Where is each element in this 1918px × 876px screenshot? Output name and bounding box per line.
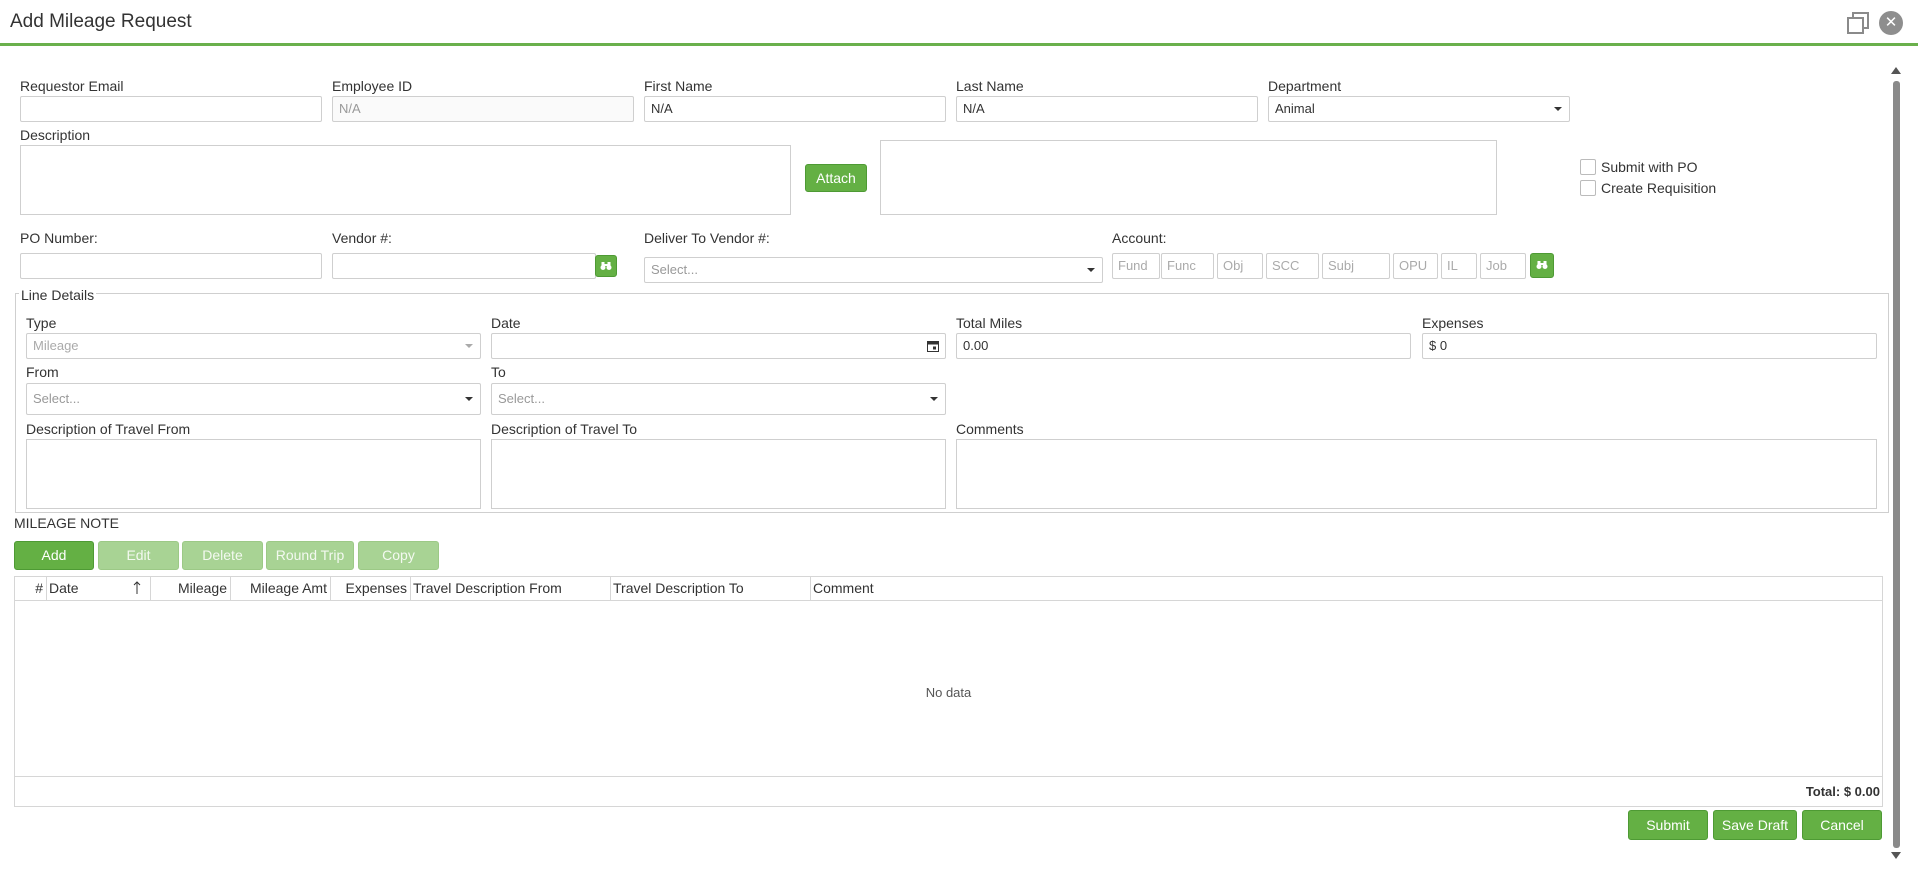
requestor-email-field[interactable] <box>20 96 322 122</box>
chevron-down-icon <box>930 397 938 401</box>
department-select[interactable]: Animal <box>1268 96 1570 122</box>
last-name-label: Last Name <box>956 78 1024 94</box>
comments-label: Comments <box>956 421 1024 437</box>
account-func-field[interactable]: Func <box>1161 253 1214 279</box>
po-number-label: PO Number: <box>20 230 98 246</box>
mileage-grid: # Date Mileage Mileage Amt Expenses Trav… <box>14 576 1883 807</box>
account-obj-field[interactable]: Obj <box>1217 253 1263 279</box>
total-miles-field[interactable]: 0.00 <box>956 333 1411 359</box>
mileage-note-label: MILEAGE NOTE <box>14 515 120 531</box>
deliver-to-vendor-placeholder: Select... <box>651 262 698 277</box>
column-header-number[interactable]: # <box>15 577 47 601</box>
account-scc-field[interactable]: SCC <box>1266 253 1319 279</box>
first-name-field[interactable]: N/A <box>644 96 946 122</box>
cancel-button[interactable]: Cancel <box>1802 810 1882 840</box>
add-button[interactable]: Add <box>14 541 94 570</box>
description-label: Description <box>20 127 91 143</box>
chevron-down-icon <box>1087 268 1095 272</box>
department-value: Animal <box>1275 101 1315 116</box>
column-header-travel-to[interactable]: Travel Description To <box>611 577 811 601</box>
from-label: From <box>26 364 59 380</box>
save-draft-button[interactable]: Save Draft <box>1713 810 1797 840</box>
account-lookup-button[interactable] <box>1530 253 1554 278</box>
create-requisition-checkbox[interactable] <box>1580 180 1596 196</box>
scroll-down-arrow-icon[interactable] <box>1891 852 1901 859</box>
from-select[interactable]: Select... <box>26 383 481 415</box>
attach-button[interactable]: Attach <box>805 164 867 192</box>
scrollbar-thumb[interactable] <box>1893 81 1900 848</box>
round-trip-button[interactable]: Round Trip <box>266 541 354 570</box>
desc-travel-to-label: Description of Travel To <box>491 421 638 437</box>
account-opu-field[interactable]: OPU <box>1393 253 1438 279</box>
edit-button[interactable]: Edit <box>98 541 179 570</box>
line-details-legend: Line Details <box>19 287 97 303</box>
last-name-field[interactable]: N/A <box>956 96 1258 122</box>
po-number-field[interactable] <box>20 253 322 279</box>
from-placeholder: Select... <box>33 391 80 406</box>
description-textarea[interactable] <box>20 145 791 215</box>
expenses-label: Expenses <box>1422 315 1484 331</box>
date-field[interactable] <box>491 333 946 359</box>
restore-window-icon[interactable] <box>1846 11 1870 35</box>
employee-id-field[interactable]: N/A <box>332 96 634 122</box>
desc-travel-from-label: Description of Travel From <box>26 421 191 437</box>
account-job-field[interactable]: Job <box>1480 253 1526 279</box>
comments-textarea[interactable] <box>956 439 1877 509</box>
account-label: Account: <box>1112 230 1167 246</box>
first-name-label: First Name <box>644 78 713 94</box>
to-label: To <box>491 364 506 380</box>
submit-with-po-label: Submit with PO <box>1601 159 1698 175</box>
employee-id-label: Employee ID <box>332 78 413 94</box>
account-il-field[interactable]: IL <box>1441 253 1477 279</box>
grid-header: # Date Mileage Mileage Amt Expenses Trav… <box>15 577 1882 601</box>
vendor-lookup-button[interactable] <box>595 255 617 277</box>
create-requisition-label: Create Requisition <box>1601 180 1717 196</box>
grid-total: Total: $ 0.00 <box>1805 784 1880 799</box>
date-column-text: Date <box>49 580 79 596</box>
to-select[interactable]: Select... <box>491 383 946 415</box>
chevron-down-icon <box>465 344 473 348</box>
sort-ascending-icon <box>133 581 141 594</box>
column-header-expenses[interactable]: Expenses <box>331 577 411 601</box>
calendar-icon[interactable] <box>927 340 939 352</box>
requestor-email-label: Requestor Email <box>20 78 124 94</box>
submit-button[interactable]: Submit <box>1628 810 1708 840</box>
dialog-title: Add Mileage Request <box>10 11 192 32</box>
column-header-mileage-amt[interactable]: Mileage Amt <box>231 577 331 601</box>
column-header-comment[interactable]: Comment <box>811 577 1882 601</box>
submit-with-po-checkbox[interactable] <box>1580 159 1596 175</box>
to-placeholder: Select... <box>498 391 545 406</box>
chevron-down-icon <box>465 397 473 401</box>
type-value: Mileage <box>33 338 79 353</box>
deliver-to-vendor-label: Deliver To Vendor #: <box>644 230 770 246</box>
date-label: Date <box>491 315 521 331</box>
copy-button[interactable]: Copy <box>358 541 439 570</box>
title-bar: Add Mileage Request ✕ <box>0 0 1918 46</box>
account-subj-field[interactable]: Subj <box>1322 253 1390 279</box>
grid-empty-message: No data <box>925 685 972 700</box>
binoculars-icon <box>1536 261 1548 269</box>
close-icon[interactable]: ✕ <box>1879 11 1903 35</box>
department-label: Department <box>1268 78 1342 94</box>
column-header-travel-from[interactable]: Travel Description From <box>411 577 611 601</box>
type-label: Type <box>26 315 57 331</box>
desc-travel-from-textarea[interactable] <box>26 439 481 509</box>
total-miles-label: Total Miles <box>956 315 1023 331</box>
attachments-box <box>880 140 1497 215</box>
account-fund-field[interactable]: Fund <box>1112 253 1160 279</box>
chevron-down-icon <box>1554 107 1562 111</box>
type-select[interactable]: Mileage <box>26 333 481 359</box>
deliver-to-vendor-select[interactable]: Select... <box>644 257 1103 283</box>
expenses-field[interactable]: $ 0 <box>1422 333 1877 359</box>
column-header-mileage[interactable]: Mileage <box>151 577 231 601</box>
binoculars-icon <box>600 262 612 270</box>
vendor-field[interactable] <box>332 253 596 279</box>
delete-button[interactable]: Delete <box>182 541 263 570</box>
column-header-date[interactable]: Date <box>47 577 151 601</box>
grid-footer: Total: $ 0.00 <box>15 776 1882 806</box>
vendor-label: Vendor #: <box>332 230 392 246</box>
scroll-up-arrow-icon[interactable] <box>1891 67 1901 74</box>
desc-travel-to-textarea[interactable] <box>491 439 946 509</box>
